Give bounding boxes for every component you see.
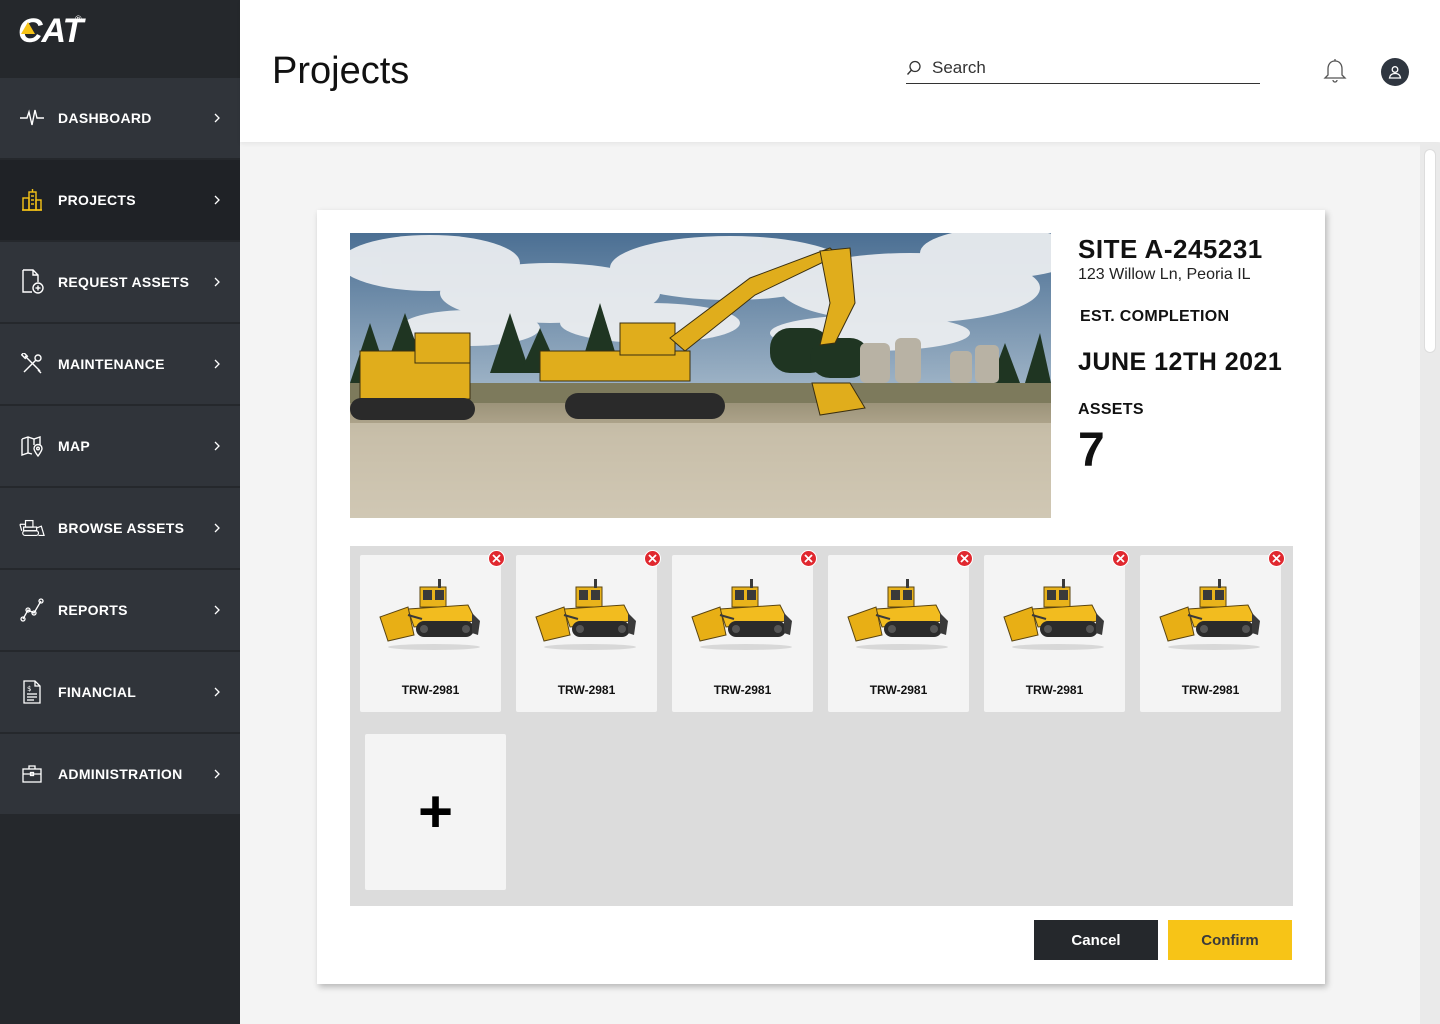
- sidebar: CAT ® DASHBOARD PROJECTS REQUEST ASSETS …: [0, 0, 240, 1024]
- chevron-right-icon: [214, 113, 220, 123]
- chevron-right-icon: [214, 769, 220, 779]
- sidebar-item-label: ADMINISTRATION: [58, 766, 183, 782]
- remove-asset-button[interactable]: [644, 550, 661, 567]
- chevron-right-icon: [214, 277, 220, 287]
- asset-tile[interactable]: TRW-2981: [828, 550, 973, 712]
- bulldozer-image: [847, 578, 949, 651]
- cancel-button[interactable]: Cancel: [1034, 920, 1158, 960]
- sidebar-item-dashboard[interactable]: DASHBOARD: [0, 78, 240, 158]
- map-pin-icon: [19, 433, 45, 459]
- project-card: SITE A-245231 123 Willow Ln, Peoria IL E…: [317, 210, 1325, 984]
- assets-grid: TRW-2981 TRW-2981 TRW-2981 TRW-2981 TRW-…: [350, 546, 1293, 906]
- assets-label: ASSETS: [1078, 401, 1144, 418]
- page-scrollbar[interactable]: [1420, 143, 1440, 1024]
- sidebar-item-request-assets[interactable]: REQUEST ASSETS: [0, 242, 240, 322]
- sidebar-item-label: FINANCIAL: [58, 684, 137, 700]
- bell-icon[interactable]: [1323, 58, 1347, 84]
- sidebar-item-browse-assets[interactable]: BROWSE ASSETS: [0, 488, 240, 568]
- est-completion-date: JUNE 12TH 2021: [1078, 348, 1283, 376]
- est-completion-label: EST. COMPLETION: [1080, 308, 1230, 325]
- confirm-button[interactable]: Confirm: [1168, 920, 1292, 960]
- sidebar-item-label: BROWSE ASSETS: [58, 520, 185, 536]
- asset-tile[interactable]: TRW-2981: [360, 550, 505, 712]
- search-icon: [906, 60, 921, 75]
- sidebar-item-map[interactable]: MAP: [0, 406, 240, 486]
- svg-text:$: $: [27, 685, 31, 693]
- invoice-icon: $: [19, 679, 45, 705]
- pulse-icon: [19, 105, 45, 131]
- asset-id: TRW-2981: [1025, 683, 1084, 697]
- chevron-right-icon: [214, 195, 220, 205]
- close-icon: [1272, 554, 1281, 563]
- site-photo: [350, 233, 1051, 518]
- asset-tile[interactable]: TRW-2981: [672, 550, 817, 712]
- asset-id: TRW-2981: [1181, 683, 1240, 697]
- sidebar-item-maintenance[interactable]: MAINTENANCE: [0, 324, 240, 404]
- bulldozer-image: [535, 578, 637, 651]
- bulldozer-image: [691, 578, 793, 651]
- close-icon: [492, 554, 501, 563]
- asset-tile[interactable]: TRW-2981: [516, 550, 661, 712]
- asset-id: TRW-2981: [713, 683, 772, 697]
- remove-asset-button[interactable]: [800, 550, 817, 567]
- cat-logo[interactable]: CAT ®: [0, 0, 240, 78]
- search-bar[interactable]: [906, 52, 1260, 84]
- chevron-right-icon: [214, 687, 220, 697]
- bulldozer-image: [1159, 578, 1261, 651]
- sidebar-item-administration[interactable]: ADMINISTRATION: [0, 734, 240, 814]
- close-icon: [960, 554, 969, 563]
- plus-icon: +: [417, 778, 454, 845]
- remove-asset-button[interactable]: [488, 550, 505, 567]
- remove-asset-button[interactable]: [1112, 550, 1129, 567]
- briefcase-icon: [19, 761, 45, 787]
- sidebar-item-label: MAINTENANCE: [58, 356, 165, 372]
- user-avatar[interactable]: [1381, 58, 1409, 86]
- chevron-right-icon: [214, 359, 220, 369]
- top-header: Projects: [240, 0, 1440, 142]
- tools-icon: [19, 351, 45, 377]
- user-icon: [1388, 66, 1402, 79]
- add-asset-button[interactable]: +: [365, 734, 506, 890]
- sidebar-item-reports[interactable]: REPORTS: [0, 570, 240, 650]
- asset-tile[interactable]: TRW-2981: [1140, 550, 1285, 712]
- remove-asset-button[interactable]: [1268, 550, 1285, 567]
- asset-id: TRW-2981: [401, 683, 460, 697]
- asset-tile[interactable]: TRW-2981: [984, 550, 1129, 712]
- chevron-right-icon: [214, 605, 220, 615]
- project-info: SITE A-245231 123 Willow Ln, Peoria IL E…: [1078, 234, 1318, 478]
- sidebar-item-label: PROJECTS: [58, 192, 136, 208]
- logo-triangle: [21, 22, 35, 34]
- buildings-icon: [19, 187, 45, 213]
- sidebar-item-label: DASHBOARD: [58, 110, 152, 126]
- asset-id: TRW-2981: [869, 683, 928, 697]
- chevron-right-icon: [214, 441, 220, 451]
- search-input[interactable]: [932, 57, 1232, 78]
- assets-count: 7: [1078, 424, 1105, 477]
- sidebar-item-label: REQUEST ASSETS: [58, 274, 190, 290]
- logo-registered-mark: ®: [75, 14, 82, 24]
- sidebar-item-label: REPORTS: [58, 602, 128, 618]
- scrollbar-thumb[interactable]: [1424, 149, 1436, 353]
- chart-nodes-icon: [19, 597, 45, 623]
- bulldozer-icon: [19, 515, 45, 541]
- asset-id: TRW-2981: [557, 683, 616, 697]
- chevron-right-icon: [214, 523, 220, 533]
- remove-asset-button[interactable]: [956, 550, 973, 567]
- sidebar-item-financial[interactable]: $ FINANCIAL: [0, 652, 240, 732]
- close-icon: [804, 554, 813, 563]
- site-address: 123 Willow Ln, Peoria IL: [1078, 266, 1251, 283]
- file-add-icon: [19, 269, 45, 295]
- close-icon: [648, 554, 657, 563]
- sidebar-item-projects[interactable]: PROJECTS: [0, 160, 240, 240]
- page-title: Projects: [272, 50, 410, 92]
- site-name: SITE A-245231: [1078, 234, 1263, 264]
- sidebar-item-label: MAP: [58, 438, 91, 454]
- bulldozer-image: [379, 578, 481, 651]
- close-icon: [1116, 554, 1125, 563]
- bulldozer-image: [1003, 578, 1105, 651]
